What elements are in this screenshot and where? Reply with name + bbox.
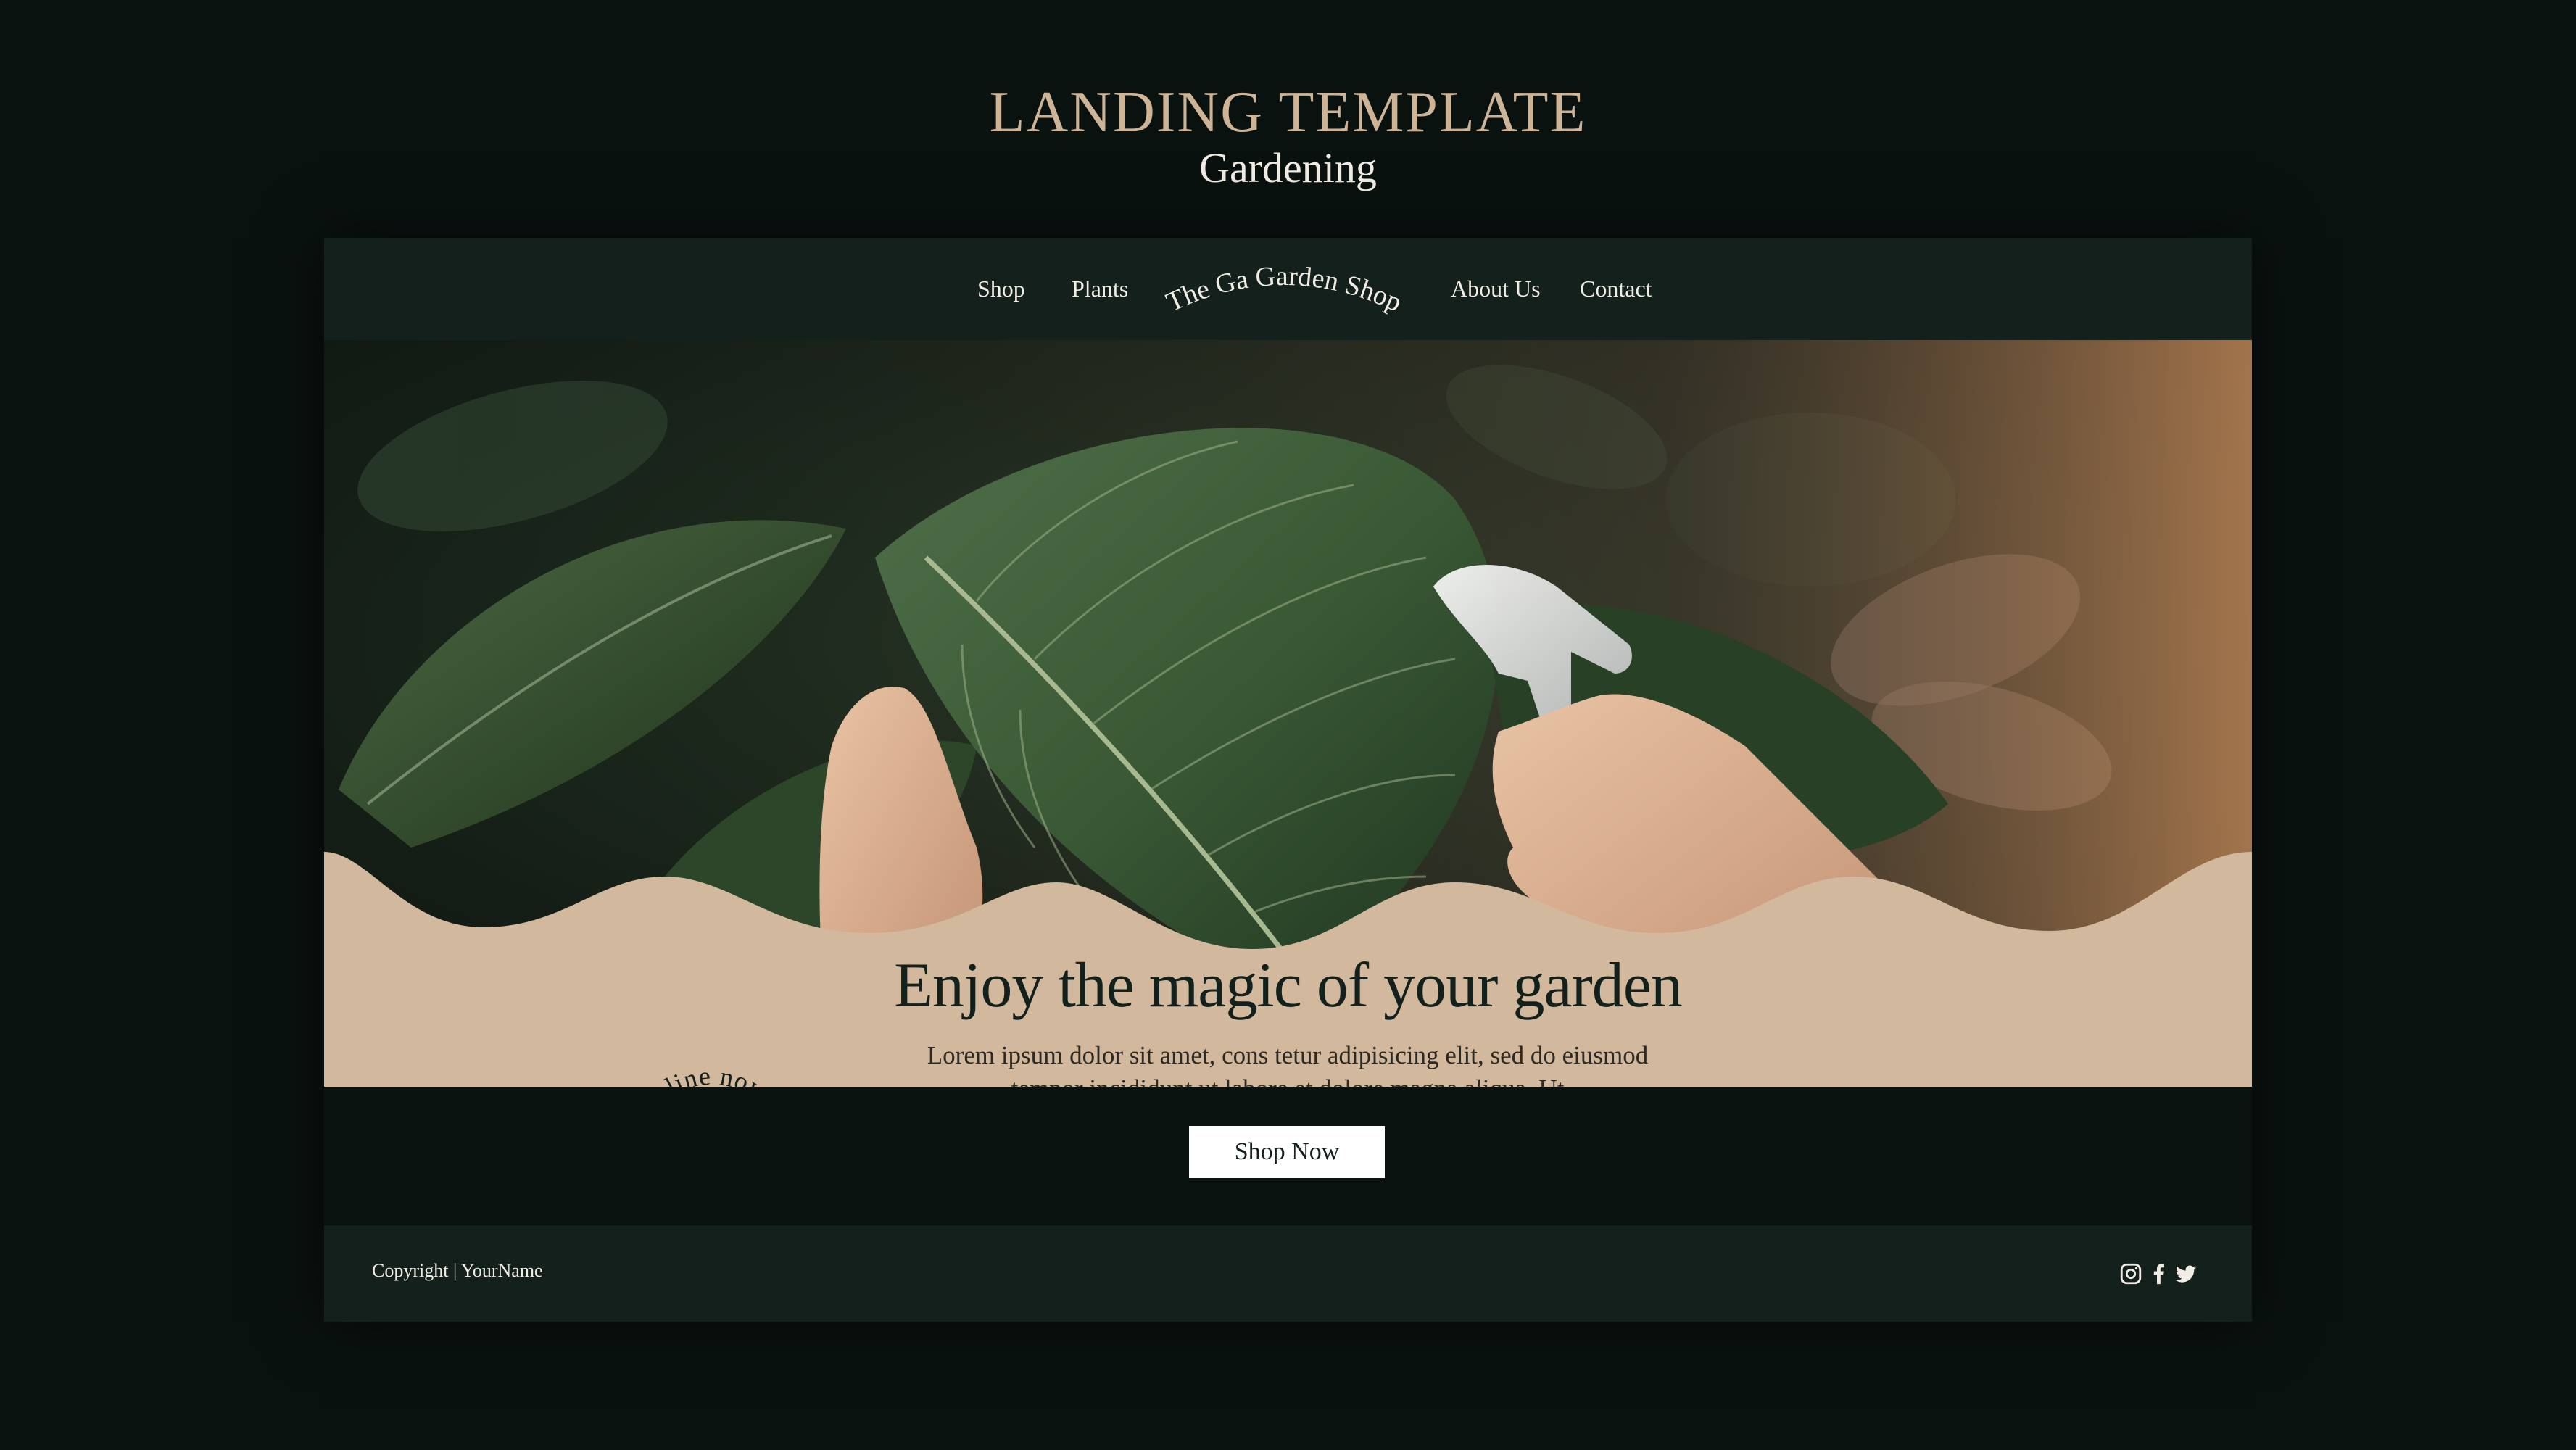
- template-title: LANDING TEMPLATE: [989, 80, 1587, 144]
- hero-headline: Enjoy the magic of your garden: [894, 950, 1683, 1021]
- brand-logo[interactable]: The Ga Garden Shop: [1161, 252, 1407, 325]
- landing-card: Shop Plants The Ga Garden Shop About Us …: [324, 238, 2252, 1322]
- navbar: Shop Plants The Ga Garden Shop About Us …: [324, 238, 2252, 340]
- nav-item-contact[interactable]: Contact: [1580, 272, 1652, 305]
- nav-item-plants[interactable]: Plants: [1072, 272, 1128, 305]
- page: LANDING TEMPLATE Gardening Shop Plants T…: [0, 0, 2576, 1450]
- copyright-text: Copyright | YourName: [372, 1260, 543, 1281]
- shop-now-button[interactable]: Shop Now: [1189, 1126, 1385, 1178]
- badge-text: Buy online now · Buy online now ·: [610, 1061, 813, 1087]
- buy-online-badge[interactable]: Buy online now · Buy online now ·: [607, 1058, 817, 1087]
- twitter-icon[interactable]: [2174, 1262, 2198, 1286]
- nav-item-shop[interactable]: Shop: [977, 272, 1025, 305]
- template-subtitle: Gardening: [1199, 144, 1377, 191]
- brand-logo-text: The Ga Garden Shop: [1161, 261, 1407, 318]
- hero-body-text: Lorem ipsum dolor sit amet, cons tetur a…: [927, 1041, 1649, 1087]
- svg-text:Buy online now · Buy online no: Buy online now · Buy online now ·: [610, 1061, 813, 1087]
- hero-section: Buy online now · Buy online now · Enjoy …: [324, 340, 2252, 1087]
- svg-text:The Ga Garden Shop: The Ga Garden Shop: [1161, 261, 1407, 318]
- footer: Copyright | YourName: [324, 1225, 2252, 1322]
- instagram-icon[interactable]: [2119, 1262, 2143, 1286]
- nav-item-about-us[interactable]: About Us: [1451, 272, 1541, 305]
- facebook-icon[interactable]: [2146, 1262, 2171, 1286]
